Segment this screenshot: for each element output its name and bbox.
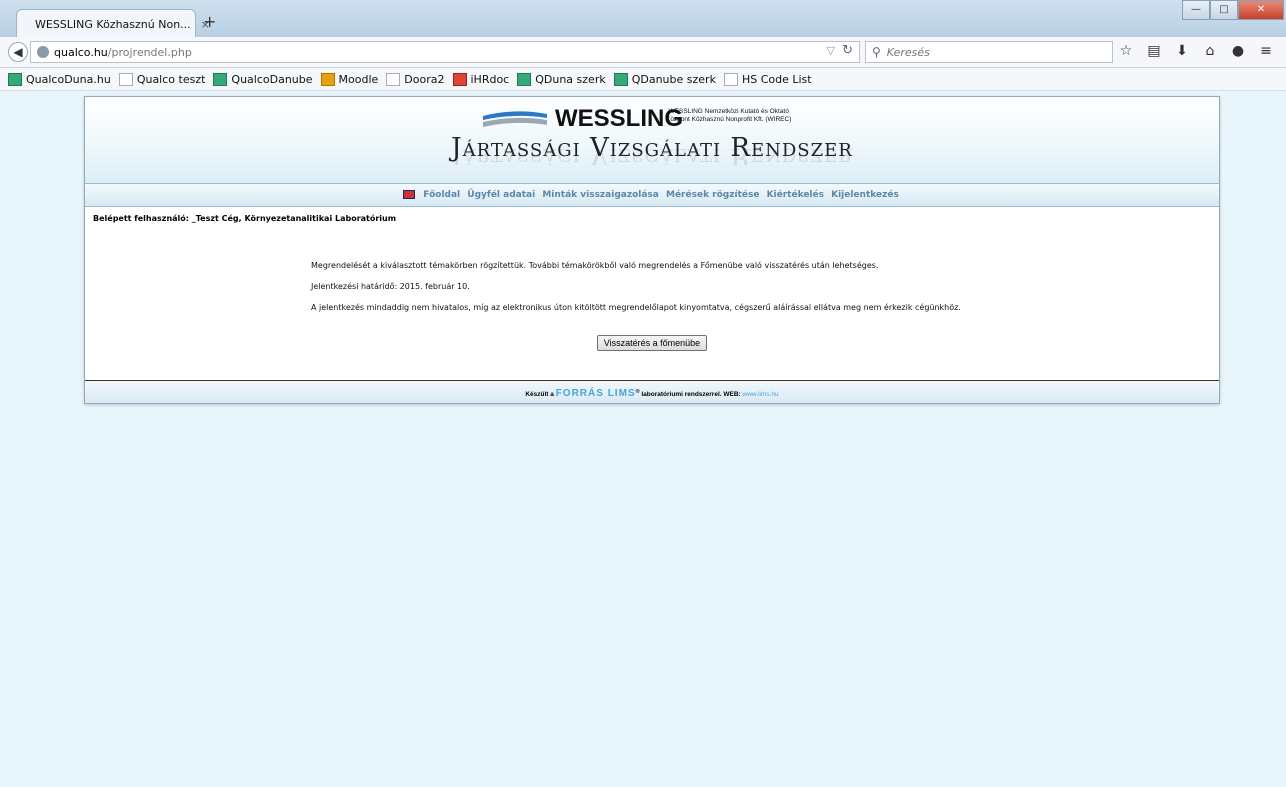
- maximize-icon[interactable]: □: [1210, 0, 1238, 20]
- window-controls: — □ ✕: [1182, 0, 1284, 20]
- moodle-icon: [320, 72, 335, 86]
- image-icon: [452, 72, 467, 86]
- bookmark-item[interactable]: QualcoDuna.hu: [8, 72, 111, 86]
- reload-icon[interactable]: ↻: [842, 43, 853, 58]
- globe-icon: [37, 46, 49, 58]
- page-container: WESSLING WESSLING Nemzetközi Kutató és O…: [84, 96, 1220, 404]
- site-header: WESSLING WESSLING Nemzetközi Kutató és O…: [85, 97, 1219, 184]
- menu-client-data[interactable]: Ügyfél adatai: [467, 190, 535, 200]
- back-to-main-menu-button[interactable]: Visszatérés a főmenübe: [596, 335, 708, 351]
- page-icon: [386, 72, 401, 86]
- menu-icon[interactable]: ≡: [1258, 42, 1274, 60]
- menu-evaluation[interactable]: Kiértékelés: [767, 190, 824, 200]
- bookmark-item[interactable]: Moodle: [320, 72, 378, 86]
- search-box[interactable]: ⚲: [865, 41, 1113, 63]
- minimize-icon[interactable]: —: [1182, 0, 1210, 20]
- wessling-logo-icon: [483, 111, 547, 127]
- download-icon[interactable]: ⬇: [1174, 42, 1190, 60]
- search-input[interactable]: [884, 44, 1089, 60]
- bookmark-item[interactable]: Doora2: [386, 72, 445, 86]
- bookmark-icon: [613, 72, 628, 86]
- new-tab-button[interactable]: +: [203, 12, 216, 31]
- bookmark-icon: [213, 72, 228, 86]
- button-row: Visszatérés a főmenübe: [85, 335, 1219, 351]
- bookmark-item[interactable]: QDanube szerk: [613, 72, 716, 86]
- menu-sample-confirmation[interactable]: Minták visszaigazolása: [542, 190, 659, 200]
- bookmark-star-icon[interactable]: ☆: [1118, 42, 1134, 60]
- main-menu: Főoldal Ügyfél adatai Minták visszaigazo…: [85, 184, 1219, 207]
- menu-logout[interactable]: Kijelentkezés: [831, 190, 899, 200]
- chat-icon[interactable]: ●: [1230, 42, 1246, 60]
- site-footer: Készült a FORRÁS LIMS® laboratóriumi ren…: [85, 380, 1219, 403]
- back-arrow-icon[interactable]: ◀: [8, 42, 28, 62]
- page-icon: [118, 72, 133, 86]
- browser-tabstrip: WESSLING Közhasznú Non... × + — □ ✕: [0, 0, 1286, 38]
- reading-list-icon[interactable]: ▤: [1146, 42, 1162, 60]
- menu-measurement-entry[interactable]: Mérések rögzítése: [666, 190, 759, 200]
- brand-name: WESSLING: [555, 105, 684, 132]
- toolbar-buttons: ☆ ▤ ⬇ ⌂ ● ≡: [1118, 42, 1274, 60]
- bookmark-item[interactable]: QualcoDanube: [213, 72, 313, 86]
- logged-in-user: Belépett felhasználó: _Teszt Cég, Környe…: [93, 214, 397, 223]
- tab-title: WESSLING Közhasznú Non...: [35, 17, 191, 31]
- message-paragraph: Megrendelését a kiválasztott témakörben …: [311, 261, 879, 270]
- home-icon[interactable]: ⌂: [1202, 42, 1218, 60]
- notice-paragraph: A jelentkezés mindaddig nem hivatalos, m…: [311, 303, 961, 312]
- bookmarks-bar: QualcoDuna.hu Qualco teszt QualcoDanube …: [0, 68, 1286, 91]
- url-path: /projrendel.php: [107, 45, 192, 59]
- dropdown-triangle-icon[interactable]: ▽: [827, 44, 835, 57]
- website-link[interactable]: www.lims.hu: [743, 391, 779, 398]
- address-bar[interactable]: qualco.hu/projrendel.php ▽ ↻: [30, 41, 860, 63]
- bookmark-item[interactable]: Qualco teszt: [118, 72, 205, 86]
- confirmation-message: Megrendelését a kiválasztott témakörben …: [311, 261, 961, 324]
- bookmark-item[interactable]: HS Code List: [723, 72, 812, 86]
- bookmark-item[interactable]: QDuna szerk: [517, 72, 606, 86]
- system-title-reflection: Jártassági Vizsgálati Rendszer: [451, 149, 853, 165]
- deadline-text: Jelentkezési határidő: 2015. február 10.: [311, 282, 470, 291]
- bookmark-icon: [517, 72, 532, 86]
- search-icon: ⚲: [872, 45, 881, 59]
- lims-logo: FORRÁS LIMS: [555, 388, 636, 400]
- bookmark-icon: [8, 72, 22, 86]
- uk-flag-icon[interactable]: [403, 190, 416, 199]
- org-name: WESSLING Nemzetközi Kutató és Oktató Köz…: [666, 108, 792, 123]
- window-close-icon[interactable]: ✕: [1238, 0, 1284, 20]
- menu-home[interactable]: Főoldal: [423, 190, 460, 200]
- browser-navbar: ◀ qualco.hu/projrendel.php ▽ ↻ ⚲ ☆ ▤ ⬇ ⌂…: [0, 37, 1286, 68]
- url-host: qualco.hu: [54, 45, 108, 59]
- browser-tab[interactable]: WESSLING Közhasznú Non... ×: [16, 9, 210, 38]
- page-icon: [723, 72, 738, 86]
- bookmark-item[interactable]: iHRdoc: [452, 72, 509, 86]
